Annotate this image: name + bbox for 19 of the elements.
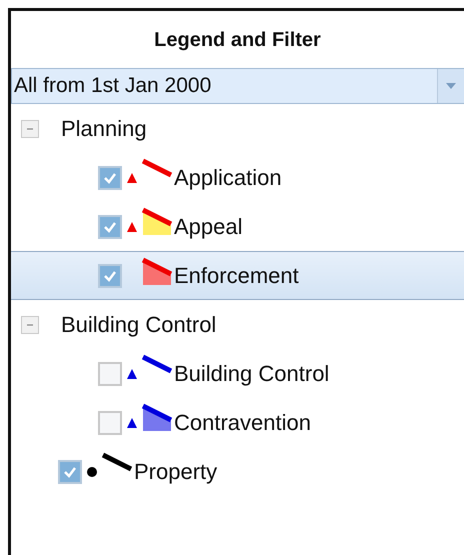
checkbox[interactable] [98, 362, 122, 386]
checkbox[interactable] [98, 264, 122, 288]
layer-label[interactable]: Contravention [174, 410, 311, 436]
checkbox[interactable] [98, 166, 122, 190]
layer-label[interactable]: Building Control [174, 360, 330, 386]
date-filter-dropdown[interactable]: All from 1st Jan 2000 [11, 68, 464, 104]
collapse-toggle[interactable] [21, 120, 39, 138]
dropdown-arrow-icon [446, 83, 456, 89]
layer-label[interactable]: Property [134, 458, 218, 484]
layer-label[interactable]: Appeal [174, 214, 243, 240]
group-label[interactable]: Building Control [61, 312, 216, 338]
checkbox[interactable] [58, 460, 82, 484]
group-label[interactable]: Planning [61, 116, 147, 142]
checkbox[interactable] [98, 214, 122, 238]
layer-label[interactable]: Application [174, 164, 282, 190]
checkbox[interactable] [98, 410, 122, 434]
layer-label[interactable]: Enforcement [174, 262, 299, 288]
collapse-toggle[interactable] [21, 316, 39, 334]
panel-title: Legend and Filter [154, 29, 321, 52]
